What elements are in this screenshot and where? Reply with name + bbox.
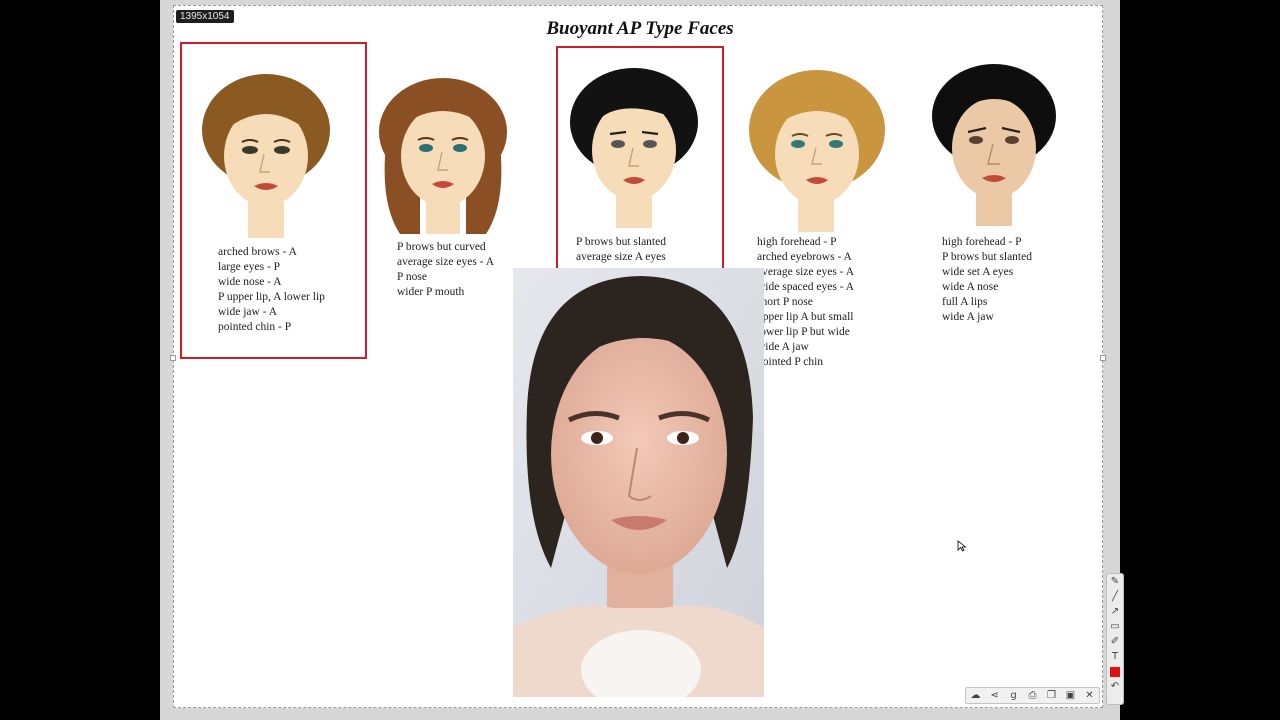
highlight-box-3 <box>556 46 724 279</box>
action-toolbar: ☁ ⋖ g ⎙ ❐ ▣ ✕ <box>965 687 1100 704</box>
line-icon[interactable]: ╱ <box>1107 589 1123 604</box>
arrow-icon[interactable]: ↗ <box>1107 604 1123 619</box>
portrait-photo <box>513 268 764 697</box>
caption-line: P brows but slanted <box>942 251 1032 263</box>
rectangle-icon[interactable]: ▭ <box>1107 619 1123 634</box>
face-caption-5: high forehead - P P brows but slanted wi… <box>942 235 1032 325</box>
slide-title: Buoyant AP Type Faces <box>546 18 734 39</box>
caption-line: P nose <box>397 271 427 283</box>
caption-line: wide A nose <box>942 281 999 293</box>
save-icon[interactable]: ▣ <box>1064 690 1078 701</box>
caption-line: wide A jaw <box>757 341 809 353</box>
copy-icon[interactable]: ❐ <box>1045 690 1059 701</box>
text-icon[interactable]: T <box>1107 649 1123 664</box>
face-caption-2: P brows but curved average size eyes - A… <box>397 240 494 300</box>
caption-line: average size eyes - A <box>397 256 495 268</box>
caption-line: upper lip A but small <box>757 311 854 323</box>
face-caption-4: high forehead - P arched eyebrows - A av… <box>757 235 854 370</box>
caption-line: P brows but curved <box>397 241 486 253</box>
caption-line: average size eyes - A <box>757 266 855 278</box>
highlight-box-1 <box>180 42 367 359</box>
caption-line: arched eyebrows - A <box>757 251 852 263</box>
resize-handle-left[interactable] <box>170 355 176 361</box>
pencil-icon[interactable]: ✎ <box>1107 574 1123 589</box>
google-icon[interactable]: g <box>1007 690 1021 701</box>
caption-line: wide spaced eyes - A <box>757 281 855 293</box>
face-illustration-2 <box>376 74 510 234</box>
caption-line: wide A jaw <box>942 311 994 323</box>
share-icon[interactable]: ⋖ <box>988 690 1002 701</box>
caption-line: short P nose <box>757 296 813 308</box>
caption-line: wider P mouth <box>397 286 465 298</box>
print-icon[interactable]: ⎙ <box>1026 690 1040 701</box>
cloud-upload-icon[interactable]: ☁ <box>969 690 983 701</box>
face-illustration-5 <box>930 62 1058 226</box>
caption-line: high forehead - P <box>942 236 1022 248</box>
resize-handle-right[interactable] <box>1100 355 1106 361</box>
close-icon[interactable]: ✕ <box>1083 690 1097 701</box>
caption-line: pointed P chin <box>757 356 824 368</box>
caption-line: lower lip P but wide <box>757 326 850 338</box>
caption-line: high forehead - P <box>757 236 837 248</box>
annotation-toolbar: ✎ ╱ ↗ ▭ ✐ T ↶ <box>1106 573 1124 705</box>
color-swatch[interactable] <box>1107 664 1123 679</box>
face-illustration-4 <box>748 68 886 232</box>
undo-icon[interactable]: ↶ <box>1107 679 1123 694</box>
mouse-cursor-icon <box>957 539 967 557</box>
caption-line: full A lips <box>942 296 988 308</box>
highlighter-icon[interactable]: ✐ <box>1107 634 1123 649</box>
caption-line: wide set A eyes <box>942 266 1014 278</box>
